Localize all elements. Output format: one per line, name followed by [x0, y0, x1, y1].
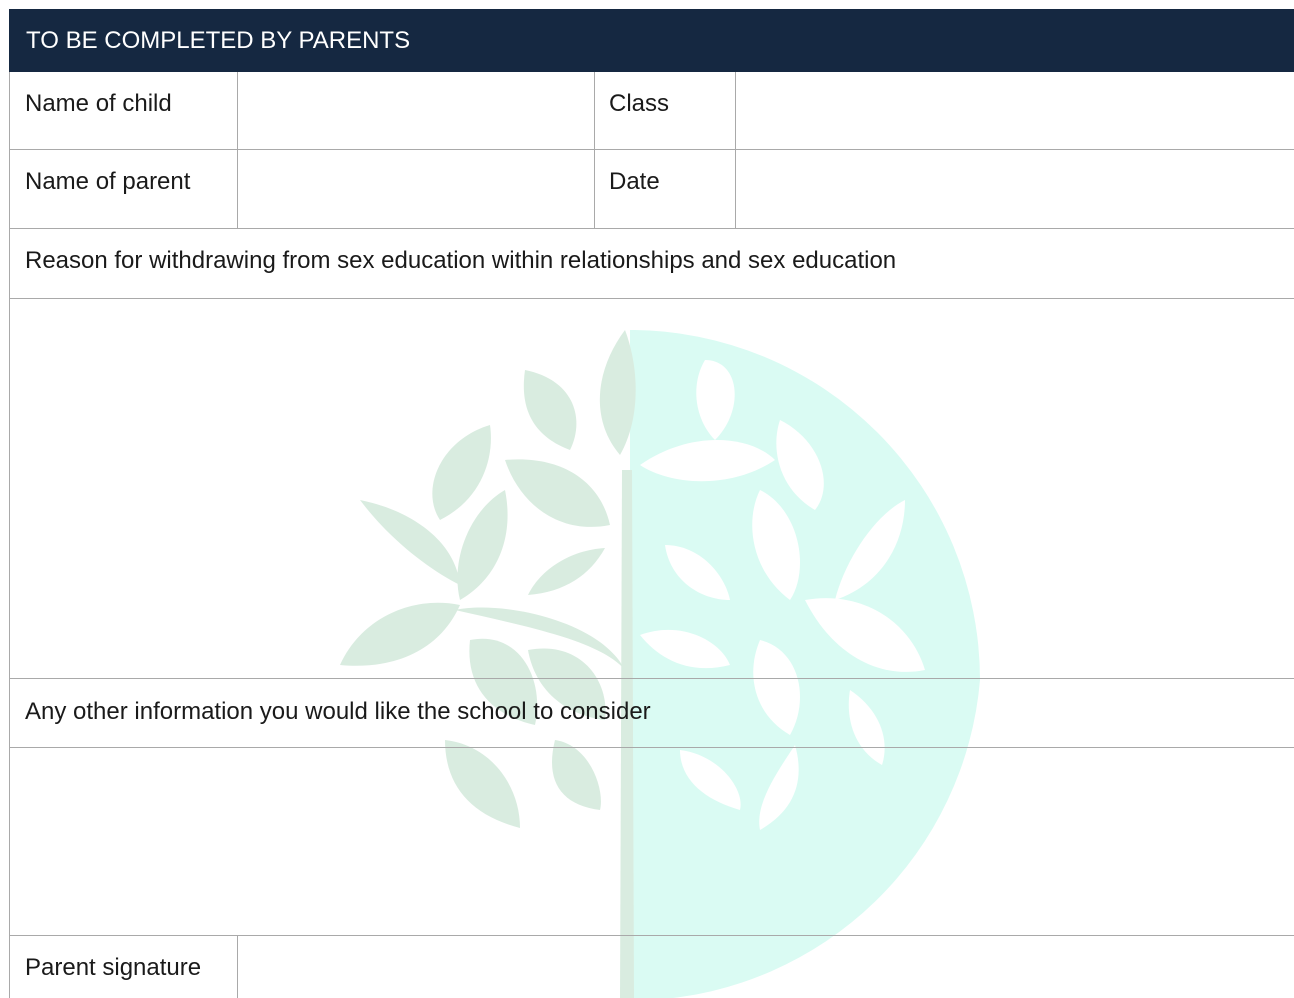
- row-divider: [9, 678, 1294, 679]
- signature-field[interactable]: [238, 936, 1294, 998]
- row-divider: [9, 228, 1294, 229]
- form-header: TO BE COMPLETED BY PARENTS: [9, 9, 1294, 72]
- class-label: Class: [609, 90, 670, 117]
- parent-name-label: Name of parent: [25, 168, 191, 195]
- date-field[interactable]: [736, 150, 1294, 228]
- reason-label: Reason for withdrawing from sex educatio…: [25, 247, 897, 274]
- parent-name-field[interactable]: [238, 150, 594, 228]
- column-divider: [594, 72, 595, 228]
- class-field[interactable]: [736, 72, 1294, 149]
- signature-label: Parent signature: [25, 954, 202, 981]
- date-label: Date: [609, 168, 660, 195]
- withdrawal-form: TO BE COMPLETED BY PARENTS Name of child…: [9, 9, 1294, 998]
- other-info-field[interactable]: [10, 748, 1294, 935]
- other-info-label: Any other information you would like the…: [25, 698, 651, 725]
- child-name-field[interactable]: [238, 72, 594, 149]
- child-name-label: Name of child: [25, 90, 172, 117]
- reason-field[interactable]: [10, 299, 1294, 678]
